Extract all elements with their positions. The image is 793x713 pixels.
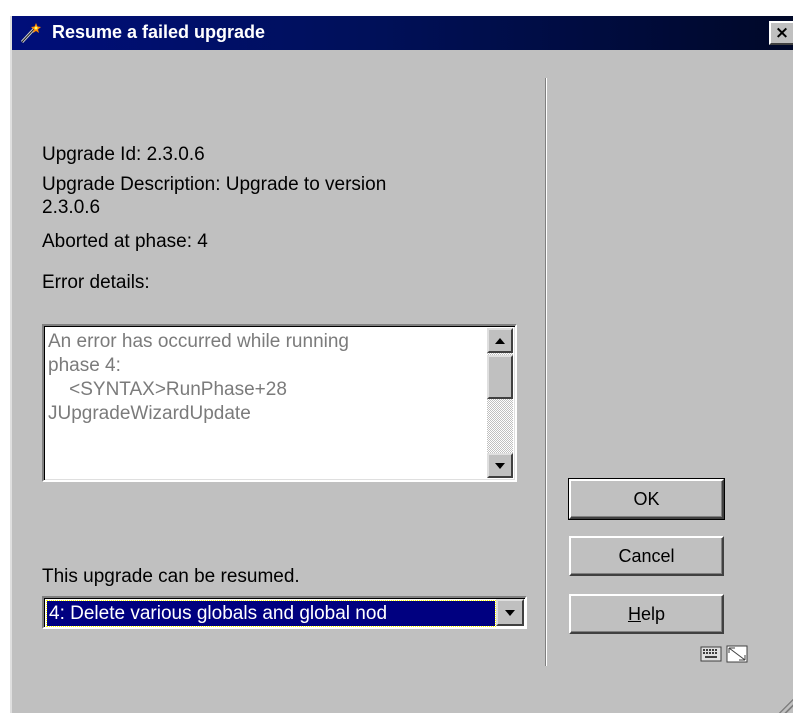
help-button[interactable]: Help [569,594,724,634]
resume-phase-select[interactable]: 4: Delete various globals and global nod [42,596,527,629]
vertical-divider [545,78,547,666]
close-button[interactable]: × [769,21,793,45]
resume-phase-value: 4: Delete various globals and global nod [46,600,496,627]
error-details-label: Error details: [42,272,150,293]
scroll-up-button[interactable] [487,328,513,353]
error-details-text: An error has occurred while running phas… [48,331,349,424]
help-button-label: Help [628,604,665,625]
resume-status-text: This upgrade can be resumed. [42,566,300,587]
title-bar[interactable]: Resume a failed upgrade × [12,16,793,50]
error-scrollbar[interactable] [487,328,513,478]
upgrade-description-text: Upgrade Description: Upgrade to version [42,174,387,195]
ok-button-label: OK [633,488,660,509]
upgrade-id-text: Upgrade Id: 2.3.0.6 [42,144,205,165]
window-icon[interactable] [726,644,748,669]
status-icons [700,644,748,669]
scroll-down-button[interactable] [487,453,513,478]
scroll-thumb[interactable] [487,355,513,399]
arrow-up-icon [495,337,505,344]
close-icon: × [774,23,790,43]
chevron-down-icon [505,609,515,616]
ok-button[interactable]: OK [568,478,725,520]
help-mnemonic: H [627,603,641,624]
dropdown-button[interactable] [496,599,524,626]
upgrade-description-version: 2.3.0.6 [42,197,101,218]
error-details-box[interactable]: An error has occurred while running phas… [42,324,517,482]
arrow-down-icon [495,462,505,469]
window-title: Resume a failed upgrade [52,22,266,42]
help-label-rest: elp [640,603,666,624]
aborted-phase-text: Aborted at phase: 4 [42,231,208,252]
resize-grip-icon[interactable] [775,695,793,713]
cancel-button-label: Cancel [618,545,675,566]
wand-icon [18,21,42,45]
resume-upgrade-dialog: Resume a failed upgrade × Upgrade Id: 2.… [10,16,793,713]
cancel-button[interactable]: Cancel [569,536,724,576]
keyboard-icon[interactable] [700,644,722,669]
